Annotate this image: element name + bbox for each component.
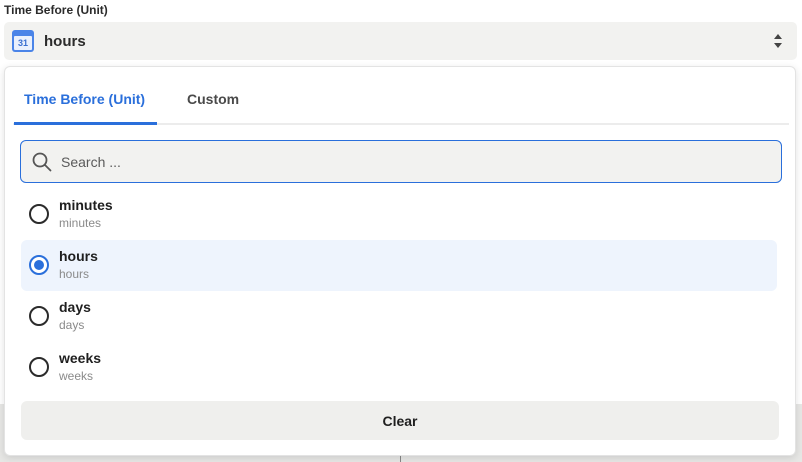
- option-sublabel: minutes: [59, 216, 102, 230]
- calendar-icon: 31: [12, 30, 34, 52]
- radio-button[interactable]: [29, 306, 49, 326]
- active-tab-indicator: [14, 122, 157, 125]
- sort-arrows-icon: [774, 34, 782, 48]
- option-hours[interactable]: hours hours: [21, 240, 777, 291]
- option-sublabel: hours: [59, 267, 90, 281]
- unit-dropdown: Time Before (Unit) Custom minutes minute…: [4, 66, 796, 456]
- search-input[interactable]: [61, 153, 741, 170]
- option-days[interactable]: days days: [21, 291, 777, 342]
- tab-custom[interactable]: Custom: [187, 91, 239, 107]
- field-label: Time Before (Unit): [4, 3, 108, 17]
- radio-button[interactable]: [29, 357, 49, 377]
- radio-button[interactable]: [29, 204, 49, 224]
- search-field[interactable]: [20, 140, 782, 183]
- option-label: hours: [59, 248, 98, 264]
- option-sublabel: days: [59, 318, 85, 332]
- option-label: days: [59, 299, 91, 315]
- calendar-icon-date: 31: [14, 36, 32, 50]
- clear-button[interactable]: Clear: [21, 401, 779, 440]
- radio-button-checked[interactable]: [29, 255, 49, 275]
- search-icon: [32, 152, 52, 171]
- select-value: hours: [44, 32, 86, 50]
- option-label: weeks: [59, 350, 102, 366]
- tab-bar: Time Before (Unit) Custom: [13, 67, 789, 125]
- option-minutes[interactable]: minutes minutes: [21, 189, 777, 240]
- background-divider: [400, 455, 401, 462]
- option-weeks[interactable]: weeks weeks: [21, 342, 777, 393]
- unit-select[interactable]: 31 hours: [4, 22, 797, 60]
- option-label: minutes: [59, 197, 113, 213]
- tab-time-before-unit[interactable]: Time Before (Unit): [24, 91, 145, 107]
- option-sublabel: weeks: [59, 369, 94, 383]
